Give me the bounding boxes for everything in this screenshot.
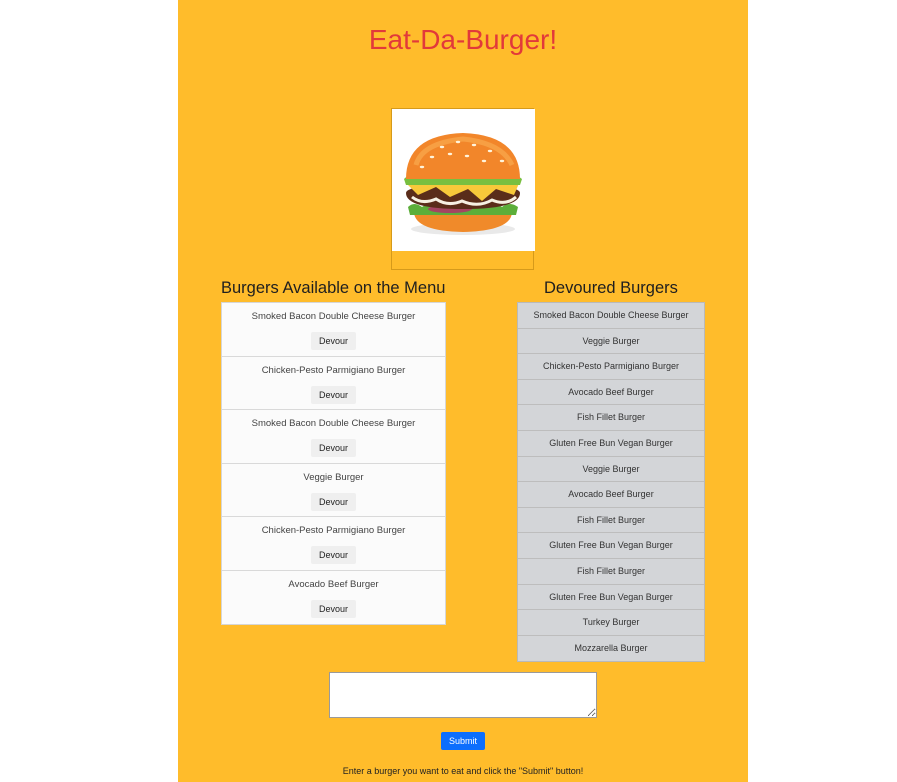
submit-button[interactable]: Submit (441, 732, 485, 750)
menu-item: Avocado Beef Burger Devour (222, 571, 445, 625)
devour-button[interactable]: Devour (311, 546, 356, 564)
devoured-item: Fish Fillet Burger (518, 405, 704, 431)
menu-item: Smoked Bacon Double Cheese Burger Devour (222, 410, 445, 464)
menu-item-name: Chicken-Pesto Parmigiano Burger (261, 364, 406, 376)
devoured-item: Chicken-Pesto Parmigiano Burger (518, 354, 704, 380)
menu-item: Chicken-Pesto Parmigiano Burger Devour (222, 357, 445, 410)
devour-button[interactable]: Devour (311, 385, 356, 404)
devoured-item: Avocado Beef Burger (518, 482, 704, 508)
menu-list: Smoked Bacon Double Cheese Burger Devour… (221, 302, 446, 625)
burger-image (392, 109, 535, 251)
devoured-heading: Devoured Burgers (544, 279, 678, 297)
menu-item-name: Chicken-Pesto Parmigiano Burger (261, 525, 406, 536)
devour-button[interactable]: Devour (311, 599, 356, 618)
menu-item: Smoked Bacon Double Cheese Burger Devour (222, 303, 445, 357)
devour-button[interactable]: Devour (311, 332, 356, 350)
devoured-item: Smoked Bacon Double Cheese Burger (518, 303, 704, 329)
burger-image-card (391, 108, 535, 270)
menu-item: Veggie Burger Devour (222, 464, 445, 517)
devoured-list: Smoked Bacon Double Cheese Burger Veggie… (517, 302, 705, 663)
instruction-text: Enter a burger you want to eat and click… (342, 766, 584, 776)
devoured-item: Avocado Beef Burger (518, 380, 704, 406)
burger-icon (404, 133, 522, 235)
devoured-item: Gluten Free Bun Vegan Burger (518, 585, 704, 611)
menu-item-name: Smoked Bacon Double Cheese Burger (251, 418, 416, 429)
menu-heading: Burgers Available on the Menu (221, 279, 446, 297)
menu-item: Chicken-Pesto Parmigiano Burger Devour (222, 517, 445, 571)
devoured-item: Veggie Burger (518, 457, 704, 483)
main-panel: Eat-Da-Burger! Burgers Available on the … (178, 0, 748, 782)
devoured-item: Mozzarella Burger (574, 642, 648, 653)
menu-item-name: Avocado Beef Burger (288, 578, 379, 590)
devoured-item: Gluten Free Bun Vegan Burger (518, 431, 704, 457)
burger-name-input[interactable] (329, 672, 597, 718)
devoured-item: Veggie Burger (518, 329, 704, 355)
page-title: Eat-Da-Burger! (368, 24, 558, 55)
devoured-item: Fish Fillet Burger (518, 559, 704, 585)
devour-button[interactable]: Devour (311, 492, 356, 511)
menu-item-name: Smoked Bacon Double Cheese Burger (251, 311, 416, 322)
devour-button[interactable]: Devour (311, 439, 356, 457)
devoured-item: Turkey Burger (518, 610, 704, 636)
devoured-item: Gluten Free Bun Vegan Burger (518, 533, 704, 559)
menu-item-name: Veggie Burger (303, 471, 364, 483)
devoured-item: Fish Fillet Burger (518, 508, 704, 534)
